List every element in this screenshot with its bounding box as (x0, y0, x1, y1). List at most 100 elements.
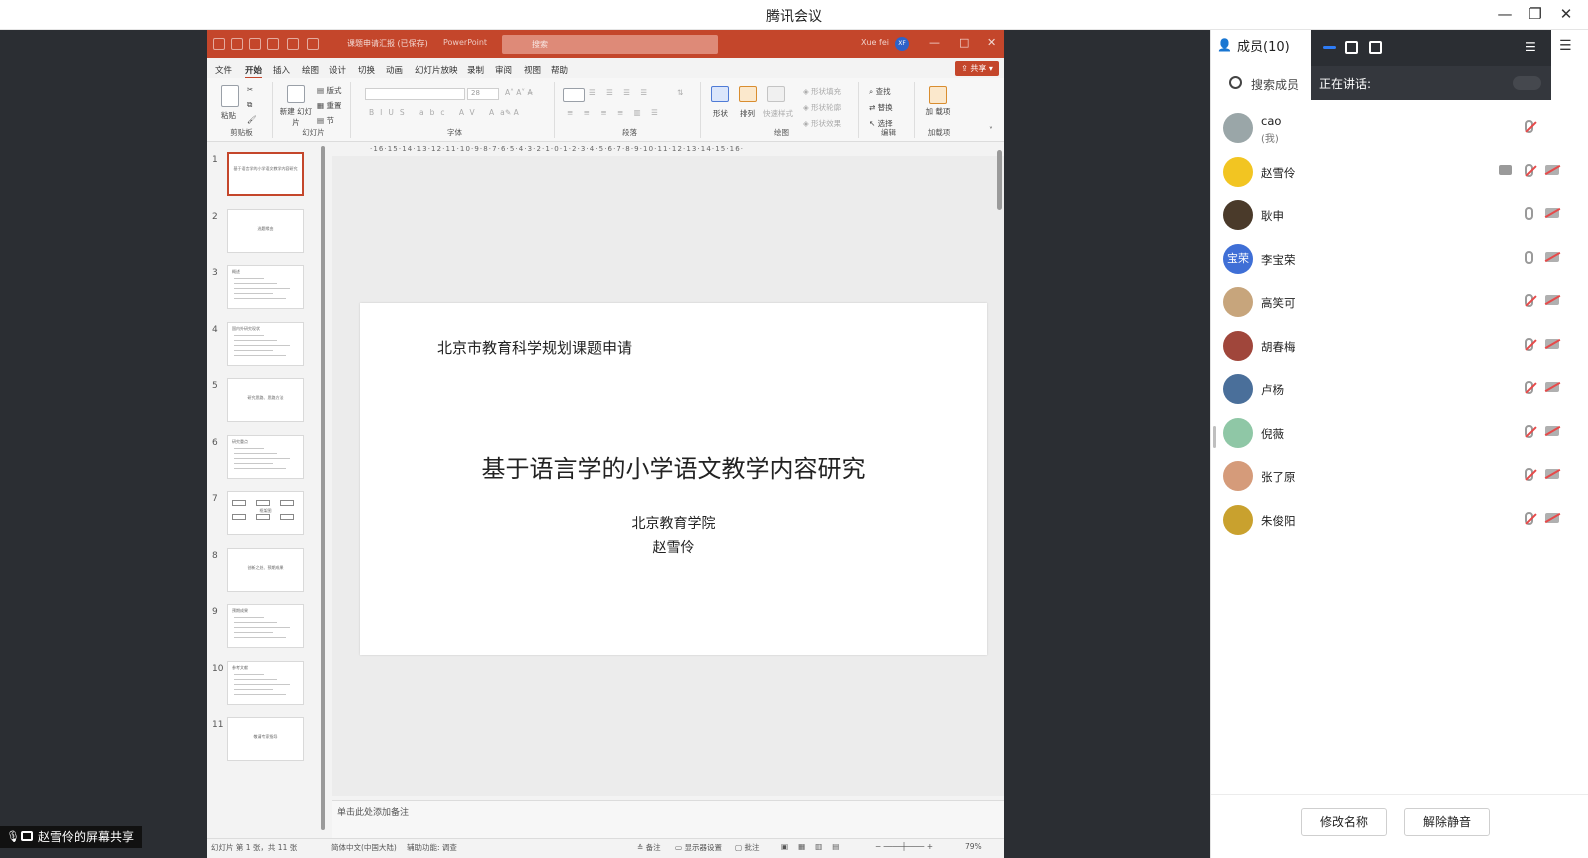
camera-off-icon[interactable] (1545, 512, 1559, 523)
canvas-scrollbar[interactable] (997, 150, 1002, 210)
mic-muted-icon[interactable] (1525, 424, 1533, 438)
camera-off-icon[interactable] (1545, 338, 1559, 349)
camera-off-icon[interactable] (1545, 208, 1559, 218)
member-search[interactable]: 搜索成员 (1221, 74, 1311, 94)
slide-thumbnail[interactable]: 7 框架图 (207, 491, 317, 543)
menu-item[interactable]: 动画 (386, 64, 403, 76)
zoom-level[interactable]: 79% (965, 842, 982, 851)
slide-author[interactable]: 赵雪伶 (360, 537, 987, 557)
thumbnail-preview[interactable]: 研究思路、思路方法 (227, 378, 304, 422)
slide-thumbnail[interactable]: 1 基于语言学的小学语文教学内容研究 (207, 152, 317, 204)
language-status[interactable]: 简体中文(中国大陆) (331, 842, 397, 853)
member-row[interactable]: 张了原 (1211, 457, 1588, 497)
menu-item[interactable]: 帮助 (551, 64, 568, 76)
ppt-minimize-icon[interactable]: — (929, 36, 940, 49)
slide-header-text[interactable]: 北京市教育科学规划课题申请 (437, 337, 632, 358)
camera-off-icon[interactable] (1545, 164, 1559, 175)
mic-muted-icon[interactable] (1525, 163, 1533, 177)
collapse-ribbon-icon[interactable]: ˅ (989, 126, 993, 135)
speaker-view-icon[interactable] (1323, 46, 1336, 49)
notes-toggle[interactable]: ≙ 备注 (637, 842, 661, 853)
slide-thumbnail[interactable]: 3 概述 (207, 265, 317, 317)
menu-item[interactable]: 幻灯片放映 (415, 64, 458, 76)
zoom-slider[interactable]: − ────┼──── + (875, 842, 933, 851)
list-view-icon[interactable] (1369, 41, 1382, 54)
quick-styles-icon[interactable] (767, 86, 785, 102)
menu-item[interactable]: 文件 (215, 64, 232, 76)
restore-icon[interactable]: ❐ (1522, 4, 1548, 24)
thumbnail-preview[interactable]: 国内外研究现状 (227, 321, 304, 366)
undo-icon[interactable] (249, 38, 261, 50)
comments-toggle[interactable]: ▢ 批注 (735, 842, 759, 853)
member-row[interactable]: cao (我) (1211, 109, 1588, 149)
notes-pane[interactable]: 单击此处添加备注 (332, 800, 1004, 840)
member-row[interactable]: 高笑可 (1211, 283, 1588, 323)
slide-organization[interactable]: 北京教育学院 (360, 513, 987, 533)
addins-icon[interactable] (929, 86, 947, 104)
camera-off-icon[interactable] (1545, 382, 1559, 392)
mic-muted-icon[interactable] (1525, 294, 1533, 307)
shape-outline-button[interactable]: ◈ 形状轮廓 (803, 102, 841, 113)
thumbnail-preview[interactable]: 基于语言学的小学语文教学内容研究 (227, 152, 304, 196)
menu-item[interactable]: 切换 (358, 64, 375, 76)
cut-icon[interactable]: ✂ (247, 85, 253, 94)
menu-item[interactable]: 插入 (273, 64, 290, 76)
member-row[interactable]: 朱俊阳 (1211, 501, 1588, 541)
slide-thumbnail[interactable]: 8 创新之处、预期成果 (207, 547, 317, 600)
thumbnail-preview[interactable]: 创新之处、预期成果 (227, 547, 304, 592)
menu-item[interactable]: 视图 (524, 64, 541, 76)
thumbnail-preview[interactable]: 敬请专家指导 (227, 717, 304, 761)
increase-font-icon[interactable]: A˄ A˅ A̶ (505, 88, 533, 97)
rename-button[interactable]: 修改名称 (1301, 808, 1387, 836)
find-button[interactable]: ⌕ 查找 (869, 86, 891, 97)
format-painter-icon[interactable]: 🖌 (247, 115, 257, 124)
slide-thumbnail[interactable]: 4 国内外研究现状 (207, 321, 317, 374)
mic-muted-icon[interactable] (1525, 381, 1533, 394)
customize-qat-icon[interactable] (307, 38, 319, 50)
font-color-icon[interactable]: ✎ A (505, 108, 519, 117)
section-button[interactable]: ▤ 节 (317, 115, 334, 126)
collapse-panel-icon[interactable]: ☰ (1525, 40, 1539, 54)
layout-button[interactable]: ▤ 版式 (317, 85, 341, 96)
current-slide[interactable]: 北京市教育科学规划课题申请 基于语言学的小学语文教学内容研究 北京教育学院 赵雪… (360, 303, 987, 655)
ppt-user-avatar[interactable]: XF (895, 37, 909, 51)
member-row[interactable]: 宝荣 李宝荣 (1211, 240, 1588, 280)
mic-muted-icon[interactable] (1525, 511, 1533, 525)
slide-thumbnail[interactable]: 5 研究思路、思路方法 (207, 378, 317, 430)
font-name-box[interactable] (365, 88, 465, 100)
start-slideshow-icon[interactable] (287, 38, 299, 50)
shapes-icon[interactable] (711, 86, 729, 102)
slide-thumbnail[interactable]: 10 参考文献 (207, 660, 317, 713)
reset-button[interactable]: ▦ 重置 (317, 100, 341, 111)
member-row[interactable]: 耿申 (1211, 196, 1588, 236)
slide-thumbnail[interactable]: 2 选题缘由 (207, 208, 317, 261)
view-buttons[interactable]: ▣▦▥▤ (781, 842, 849, 851)
slide-thumbnail[interactable]: 11 敬请专家指导 (207, 717, 317, 769)
members-tab[interactable]: 👤 成员(10) (1211, 30, 1311, 60)
ppt-maximize-icon[interactable]: □ (959, 36, 969, 49)
mic-icon[interactable] (1525, 250, 1533, 264)
mic-muted-icon[interactable] (1525, 120, 1533, 133)
camera-off-icon[interactable] (1545, 295, 1559, 305)
ppt-share-button[interactable]: ⇪ 共享 ▾ (955, 61, 999, 76)
camera-off-icon[interactable] (1545, 251, 1559, 262)
camera-off-icon[interactable] (1545, 469, 1559, 479)
redo-icon[interactable] (267, 38, 279, 50)
mic-muted-icon[interactable] (1525, 337, 1533, 351)
thumbnail-preview[interactable]: 框架图 (227, 491, 304, 535)
member-row[interactable]: 倪薇 (1211, 414, 1588, 454)
menu-item[interactable]: 绘图 (302, 64, 319, 76)
save-icon[interactable] (231, 38, 243, 50)
thumbnails-scrollbar[interactable] (321, 146, 325, 830)
shape-fill-button[interactable]: ◈ 形状填充 (803, 86, 841, 97)
display-settings[interactable]: ▭ 显示器设置 (675, 842, 722, 853)
paste-icon[interactable] (221, 85, 239, 107)
font-size-box[interactable]: 28 (467, 88, 499, 100)
slide-thumbnail[interactable]: 6 研究重点 (207, 434, 317, 487)
slide-thumbnail[interactable]: 9 预期成果 (207, 604, 317, 656)
mic-icon[interactable] (1525, 207, 1533, 220)
arrange-icon[interactable] (739, 86, 757, 102)
mic-muted-icon[interactable] (1525, 468, 1533, 481)
thumbnail-preview[interactable]: 研究重点 (227, 434, 304, 479)
thumbnail-preview[interactable]: 概述 (227, 265, 304, 309)
